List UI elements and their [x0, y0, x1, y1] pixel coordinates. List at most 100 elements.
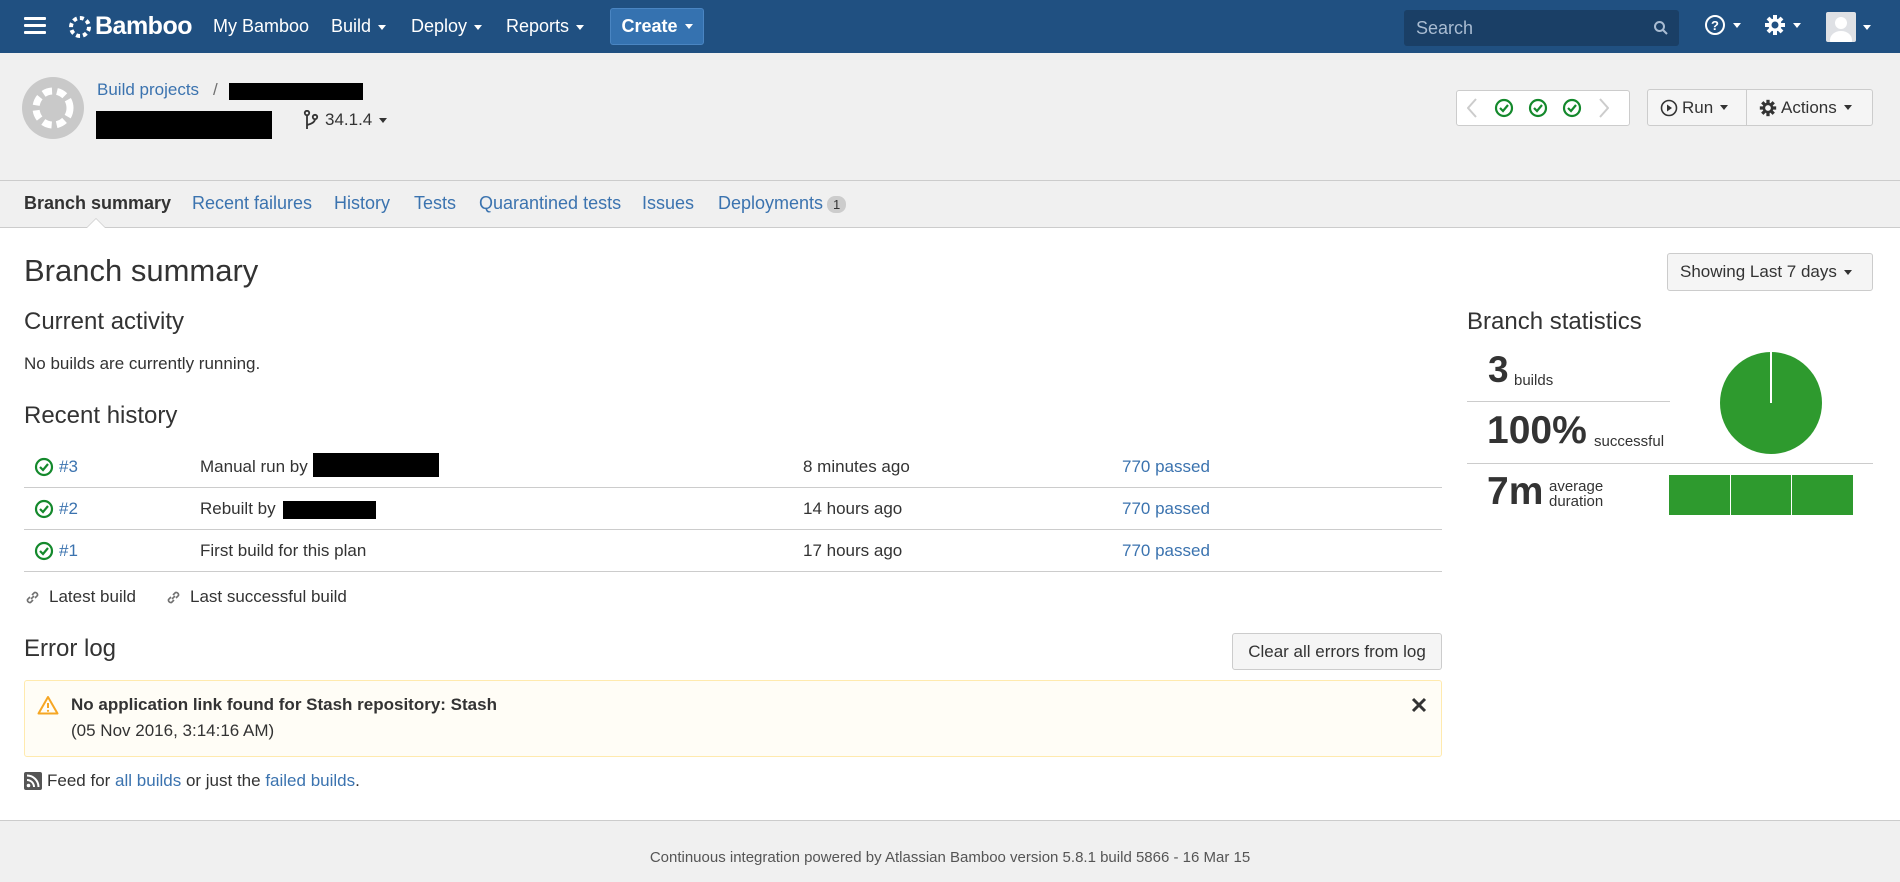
period-selector[interactable]: Showing Last 7 days — [1667, 253, 1873, 291]
clear-errors-label: Clear all errors from log — [1248, 641, 1426, 661]
play-icon — [1660, 99, 1678, 116]
tab-issues[interactable]: Issues — [642, 193, 694, 214]
help-menu[interactable]: ? — [1704, 14, 1741, 36]
tab-history[interactable]: History — [334, 193, 390, 214]
builds-count: 3 — [1488, 349, 1509, 390]
build-number: #1 — [59, 541, 78, 560]
tab-deployments-label: Deployments — [718, 193, 824, 213]
all-builds-feed-link[interactable]: all builds — [115, 771, 181, 791]
duration-bar — [1792, 475, 1853, 515]
actions-label: Actions — [1781, 97, 1837, 117]
build-number-link[interactable]: #3 — [34, 457, 78, 477]
redacted-user — [313, 453, 439, 477]
nav-deploy[interactable]: Deploy — [411, 16, 483, 37]
plan-icon — [32, 87, 74, 129]
branch-icon — [303, 110, 319, 129]
link-icon — [167, 591, 180, 603]
stats-divider — [1467, 401, 1670, 402]
feed-line: Feed for all builds or just the failed b… — [24, 771, 360, 791]
page-title: Branch summary — [24, 253, 259, 288]
chevron-down-icon — [378, 24, 387, 30]
build-status-3[interactable] — [1555, 98, 1589, 118]
rss-feed-icon — [24, 772, 42, 790]
clear-errors-button[interactable]: Clear all errors from log — [1232, 633, 1442, 670]
recent-history-heading: Recent history — [24, 402, 178, 429]
next-build-arrow[interactable] — [1589, 98, 1619, 118]
failed-builds-feed-link[interactable]: failed builds — [265, 771, 355, 791]
build-reason: Manual run by — [200, 457, 308, 476]
tab-quarantined-tests[interactable]: Quarantined tests — [479, 193, 621, 214]
test-result-link[interactable]: 770 passed — [1122, 541, 1210, 561]
error-log-heading: Error log — [24, 635, 117, 662]
tab-tests[interactable]: Tests — [414, 193, 456, 214]
close-icon[interactable] — [1411, 697, 1427, 713]
warning-icon — [37, 696, 59, 715]
period-label: Showing Last 7 days — [1680, 262, 1837, 281]
success-check-icon — [34, 541, 54, 561]
chevron-down-icon — [684, 24, 693, 29]
tab-recent-failures[interactable]: Recent failures — [192, 193, 312, 214]
chevron-down-icon — [474, 24, 483, 30]
tab-deployments[interactable]: Deployments 1 — [718, 193, 847, 214]
chevron-down-icon — [1863, 24, 1871, 30]
chevron-down-icon — [1733, 22, 1741, 28]
latest-build-label: Latest build — [49, 587, 136, 606]
previous-build-arrow[interactable] — [1457, 98, 1487, 118]
chevron-down-icon — [1843, 269, 1852, 275]
create-button[interactable]: Create — [610, 8, 704, 45]
chevron-right-icon — [1599, 98, 1609, 118]
latest-build-link[interactable]: Latest build — [24, 587, 136, 607]
footer-text: Continuous integration powered by Atlass… — [649, 849, 1251, 866]
table-row: #1 First build for this plan 17 hours ag… — [24, 530, 1442, 572]
build-time: 8 minutes ago — [803, 457, 910, 476]
page-footer: Continuous integration powered by Atlass… — [0, 820, 1900, 882]
admin-menu[interactable] — [1764, 14, 1801, 36]
tab-recent-failures-label: Recent failures — [192, 193, 313, 213]
run-button[interactable]: Run — [1647, 89, 1747, 126]
help-icon: ? — [1705, 15, 1725, 35]
build-number-link[interactable]: #2 — [34, 499, 78, 519]
bamboo-logo-icon — [69, 15, 91, 38]
actions-button[interactable]: Actions — [1746, 89, 1873, 126]
duration-label: average duration — [1549, 479, 1603, 509]
feed-prefix: Feed for — [47, 771, 111, 790]
build-number-link[interactable]: #1 — [34, 541, 78, 561]
build-time: 17 hours ago — [803, 541, 903, 560]
breadcrumb-build-projects[interactable]: Build projects — [97, 80, 199, 100]
build-status-2[interactable] — [1521, 98, 1555, 118]
table-row: #2 Rebuilt by 14 hours ago 770 passed — [24, 488, 1442, 530]
average-duration: 7m — [1487, 470, 1544, 513]
duration-bar — [1669, 475, 1730, 515]
user-menu[interactable] — [1826, 12, 1871, 42]
bamboo-logo[interactable]: Bamboo — [68, 12, 193, 41]
test-result-link[interactable]: 770 passed — [1122, 499, 1210, 519]
test-result-link[interactable]: 770 passed — [1122, 457, 1210, 477]
error-title: No application link found for Stash repo… — [71, 695, 497, 714]
nav-my-bamboo[interactable]: My Bamboo — [213, 16, 309, 37]
avatar — [1826, 12, 1856, 42]
duration-bar — [1731, 475, 1791, 515]
success-check-icon — [1494, 98, 1514, 118]
success-check-icon — [1562, 98, 1582, 118]
chevron-down-icon — [576, 24, 585, 30]
nav-reports[interactable]: Reports — [506, 16, 585, 37]
table-row: #3 Manual run by 8 minutes ago 770 passe… — [24, 446, 1442, 488]
chevron-down-icon — [1843, 105, 1852, 110]
nav-my-bamboo-label: My Bamboo — [213, 16, 310, 36]
last-successful-build-link[interactable]: Last successful build — [165, 587, 347, 607]
plan-avatar — [22, 77, 84, 139]
gear-icon — [1759, 99, 1777, 116]
tab-history-label: History — [334, 193, 391, 213]
chevron-down-icon — [379, 117, 388, 123]
tab-branch-summary-label: Branch summary — [24, 193, 172, 213]
nav-build[interactable]: Build — [331, 16, 387, 37]
search-input[interactable]: Search — [1404, 10, 1679, 46]
duration-label-line-2: duration — [1549, 493, 1604, 510]
success-check-icon — [34, 499, 54, 519]
menu-icon[interactable] — [24, 17, 46, 35]
tab-quarantined-tests-label: Quarantined tests — [479, 193, 622, 213]
success-rate: 100% — [1487, 409, 1587, 452]
build-status-1[interactable] — [1487, 98, 1521, 118]
branch-selector[interactable]: 34.1.4 — [303, 110, 388, 130]
tab-branch-summary[interactable]: Branch summary — [24, 193, 171, 214]
